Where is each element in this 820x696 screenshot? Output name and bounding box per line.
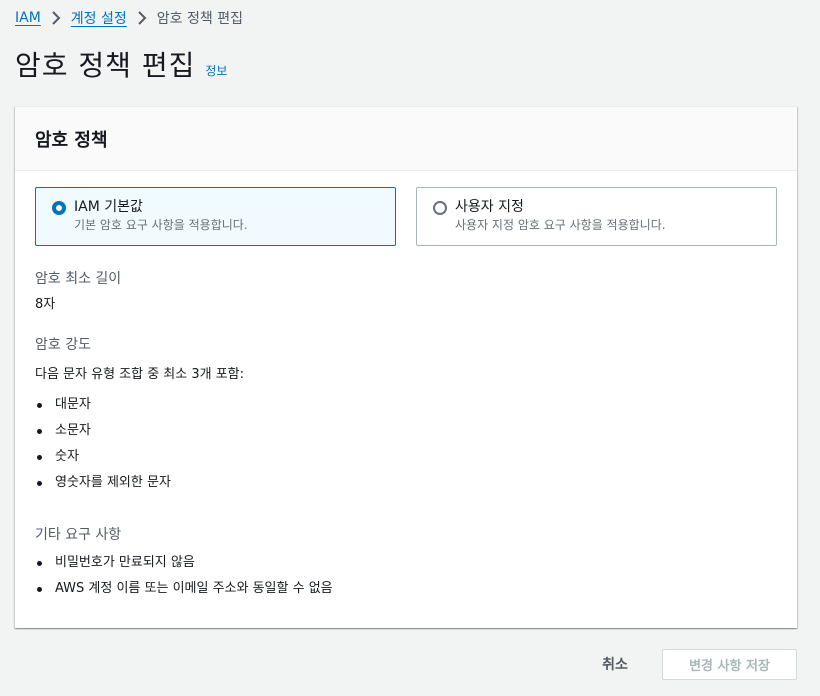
strength-intro: 다음 문자 유형 조합 중 최소 3개 포함: (35, 367, 245, 382)
chevron-right-icon (127, 11, 157, 25)
radio-checked-icon[interactable] (52, 201, 66, 215)
breadcrumb-account-settings-link[interactable]: 계정 설정 (71, 8, 127, 28)
tile-custom[interactable]: 사용자 지정 사용자 지정 암호 요구 사항을 적용합니다. (416, 187, 777, 246)
radio-unchecked-icon[interactable] (433, 201, 447, 215)
breadcrumb-iam-link[interactable]: IAM (15, 10, 41, 26)
page-title: 암호 정책 편집 (15, 49, 196, 82)
info-link[interactable]: 정보 (205, 62, 227, 79)
tile-label: 사용자 지정 (455, 199, 524, 215)
list-item: 비밀번호가 만료되지 않음 (37, 553, 333, 579)
cancel-button[interactable]: 취소 (590, 649, 640, 679)
other-requirements-list: 비밀번호가 만료되지 않음 AWS 계정 이름 또는 이메일 주소와 동일할 수… (37, 553, 333, 605)
list-item: 대문자 (37, 395, 171, 421)
min-length-value: 8자 (35, 297, 56, 312)
chevron-right-icon (41, 11, 71, 25)
panel-title: 암호 정책 (35, 129, 108, 151)
list-item: AWS 계정 이름 또는 이메일 주소와 동일할 수 없음 (37, 579, 333, 605)
list-item: 숫자 (37, 447, 171, 473)
save-changes-button[interactable]: 변경 사항 저장 (662, 649, 797, 680)
tile-description: 사용자 지정 암호 요구 사항을 적용합니다. (455, 218, 666, 232)
list-item: 영숫자를 제외한 문자 (37, 473, 171, 499)
password-policy-panel: 암호 정책 IAM 기본값 기본 암호 요구 사항을 적용합니다. 사용자 지정… (15, 106, 797, 628)
other-requirements-label: 기타 요구 사항 (35, 527, 122, 543)
tile-iam-default[interactable]: IAM 기본값 기본 암호 요구 사항을 적용합니다. (35, 187, 396, 246)
list-item: 소문자 (37, 421, 171, 447)
strength-label: 암호 강도 (35, 337, 91, 353)
page-header: 암호 정책 편집 정보 (15, 44, 227, 84)
tile-description: 기본 암호 요구 사항을 적용합니다. (74, 218, 248, 232)
policy-option-tiles: IAM 기본값 기본 암호 요구 사항을 적용합니다. 사용자 지정 사용자 지… (35, 187, 777, 246)
breadcrumb: IAM 계정 설정 암호 정책 편집 (15, 8, 243, 28)
min-length-label: 암호 최소 길이 (35, 271, 122, 287)
breadcrumb-current: 암호 정책 편집 (156, 11, 243, 27)
strength-list: 대문자 소문자 숫자 영숫자를 제외한 문자 (37, 395, 171, 499)
panel-header: 암호 정책 (15, 107, 797, 171)
tile-label: IAM 기본값 (74, 199, 143, 215)
